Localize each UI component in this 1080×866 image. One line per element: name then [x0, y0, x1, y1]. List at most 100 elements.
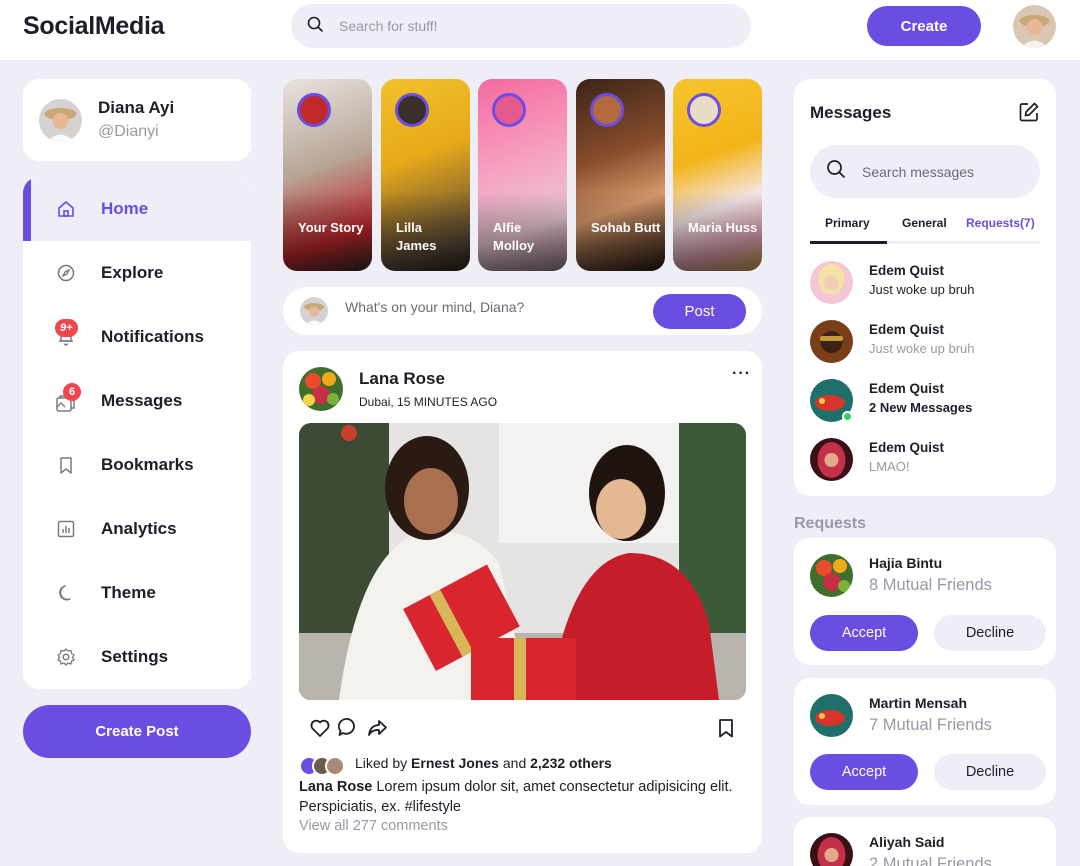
- message-item[interactable]: Edem Quist Just woke up bruh: [810, 320, 1040, 366]
- compose-avatar: [300, 297, 328, 325]
- sidebar-item-home[interactable]: Home: [23, 177, 251, 241]
- search-input[interactable]: [339, 18, 699, 34]
- tab-primary[interactable]: Primary: [825, 216, 870, 230]
- tab-active-indicator: [810, 241, 887, 244]
- view-comments-link[interactable]: View all 277 comments: [299, 818, 448, 834]
- decline-button[interactable]: Decline: [934, 615, 1046, 651]
- sidebar-item-messages[interactable]: 6 Messages: [23, 369, 251, 433]
- liked-by-avatars: [299, 756, 347, 776]
- home-icon: [55, 198, 77, 220]
- liked-prefix: Liked by: [355, 755, 412, 771]
- caption-author: Lana Rose: [299, 779, 373, 795]
- compass-icon: [55, 262, 77, 284]
- messages-title: Messages: [810, 103, 892, 122]
- sidebar-menu: Home Explore 9+ Notifications 6 Messages…: [23, 177, 251, 689]
- notifications-badge: 9+: [55, 319, 78, 337]
- message-item[interactable]: Edem Quist 2 New Messages: [810, 379, 1040, 425]
- message-tabs: Primary General Requests(7): [810, 207, 1040, 244]
- bookmark-icon: [55, 454, 77, 476]
- message-preview: LMAO!: [869, 459, 910, 474]
- post-author-avatar[interactable]: [299, 367, 343, 411]
- hashtag[interactable]: #lifestyle: [405, 799, 461, 815]
- friend-request-card: Martin Mensah 7 Mutual Friends Accept De…: [794, 678, 1056, 805]
- request-name: Martin Mensah: [869, 695, 968, 711]
- accept-button[interactable]: Accept: [810, 754, 918, 790]
- search-icon: [307, 16, 323, 37]
- sidebar-item-explore[interactable]: Explore: [23, 241, 251, 305]
- liked-user: Ernest Jones: [411, 755, 499, 771]
- more-options-icon[interactable]: ···: [732, 365, 751, 383]
- message-sender: Edem Quist: [869, 322, 945, 337]
- story-avatar: [590, 93, 624, 127]
- sidebar-item-label: Settings: [101, 647, 169, 666]
- sidebar-item-label: Analytics: [101, 519, 177, 538]
- sidebar-item-notifications[interactable]: 9+ Notifications: [23, 305, 251, 369]
- sidebar-item-label: Home: [101, 199, 149, 218]
- sidebar-item-settings[interactable]: Settings: [23, 625, 251, 689]
- post-location: Dubai, 15 MINUTES AGO: [359, 395, 498, 409]
- sidebar-item-label: Notifications: [101, 327, 204, 346]
- story-name: Alfie Molloy: [493, 220, 535, 253]
- post-input[interactable]: [345, 299, 615, 315]
- story-name: Sohab Butt: [591, 220, 661, 235]
- post-author-name[interactable]: Lana Rose: [359, 369, 445, 389]
- story-card[interactable]: Sohab Butt: [576, 79, 665, 271]
- share-icon[interactable]: [366, 717, 388, 739]
- requests-heading: Requests: [794, 515, 867, 532]
- sidebar-item-theme[interactable]: Theme: [23, 561, 251, 625]
- liked-by-text[interactable]: Liked by Ernest Jones and 2,232 others: [355, 755, 612, 771]
- create-post-button[interactable]: Create Post: [23, 705, 251, 758]
- message-avatar: [810, 261, 853, 304]
- like-icon[interactable]: [309, 717, 331, 739]
- profile-name: Diana Ayi: [98, 98, 175, 117]
- top-navbar: SocialMedia Create: [0, 0, 1080, 60]
- message-preview: 2 New Messages: [869, 400, 973, 415]
- decline-button[interactable]: Decline: [934, 754, 1046, 790]
- message-avatar: [810, 320, 853, 363]
- profile-card[interactable]: Diana Ayi @Dianyi: [23, 79, 251, 161]
- story-name: Your Story: [298, 220, 364, 235]
- tab-requests[interactable]: Requests(7): [966, 216, 1035, 230]
- story-card[interactable]: Alfie Molloy: [478, 79, 567, 271]
- comment-icon[interactable]: [337, 716, 359, 738]
- request-name: Aliyah Said: [869, 834, 945, 850]
- message-search-input[interactable]: [862, 163, 1022, 180]
- sidebar-item-label: Messages: [101, 391, 183, 410]
- post-button[interactable]: Post: [653, 294, 746, 329]
- message-search-bar[interactable]: [810, 145, 1040, 198]
- story-card[interactable]: Maria Huss: [673, 79, 762, 271]
- message-avatar: [810, 438, 853, 481]
- messages-badge: 6: [63, 383, 81, 401]
- post-image: [299, 423, 746, 700]
- message-preview: Just woke up bruh: [869, 282, 975, 297]
- mutual-friends: 8 Mutual Friends: [869, 576, 992, 594]
- story-avatar: [687, 93, 721, 127]
- message-item[interactable]: Edem Quist LMAO!: [810, 438, 1040, 484]
- sidebar-item-analytics[interactable]: Analytics: [23, 497, 251, 561]
- search-bar[interactable]: [291, 4, 751, 48]
- bookmark-icon[interactable]: [715, 717, 737, 739]
- story-name: Maria Huss: [688, 220, 758, 235]
- moon-icon: [55, 582, 77, 604]
- friend-request-card: Aliyah Said 2 Mutual Friends: [794, 817, 1056, 866]
- story-card[interactable]: Lilla James: [381, 79, 470, 271]
- create-post-bar: Post: [283, 287, 762, 335]
- story-card[interactable]: Your Story: [283, 79, 372, 271]
- tab-general[interactable]: General: [902, 216, 947, 230]
- accept-button[interactable]: Accept: [810, 615, 918, 651]
- friend-request-card: Hajia Bintu 8 Mutual Friends Accept Decl…: [794, 538, 1056, 665]
- message-item[interactable]: Edem Quist Just woke up bruh: [810, 261, 1040, 307]
- mutual-friends: 2 Mutual Friends: [869, 855, 992, 866]
- app-logo[interactable]: SocialMedia: [23, 12, 165, 41]
- feed-post: Lana Rose Dubai, 15 MINUTES AGO ··· Like…: [283, 351, 762, 853]
- message-sender: Edem Quist: [869, 440, 945, 455]
- create-button[interactable]: Create: [867, 6, 981, 46]
- message-sender: Edem Quist: [869, 263, 945, 278]
- mutual-friends: 7 Mutual Friends: [869, 716, 992, 734]
- user-avatar[interactable]: [1013, 5, 1056, 48]
- story-avatar: [395, 93, 429, 127]
- sidebar-item-label: Explore: [101, 263, 164, 282]
- sidebar-item-label: Theme: [101, 583, 156, 602]
- sidebar-item-bookmarks[interactable]: Bookmarks: [23, 433, 251, 497]
- edit-icon[interactable]: [1018, 101, 1040, 123]
